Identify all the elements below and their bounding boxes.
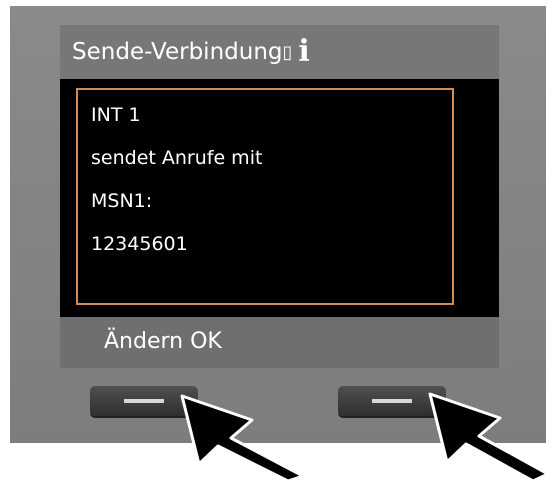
pointer-arrows bbox=[180, 392, 550, 481]
arrow-pointer-icon bbox=[180, 394, 305, 481]
arrow-pointer-icon bbox=[428, 392, 550, 481]
phone-ui-illustration: Sende-Verbindung ▯ i INT 1 sendet Anrufe … bbox=[0, 0, 554, 481]
